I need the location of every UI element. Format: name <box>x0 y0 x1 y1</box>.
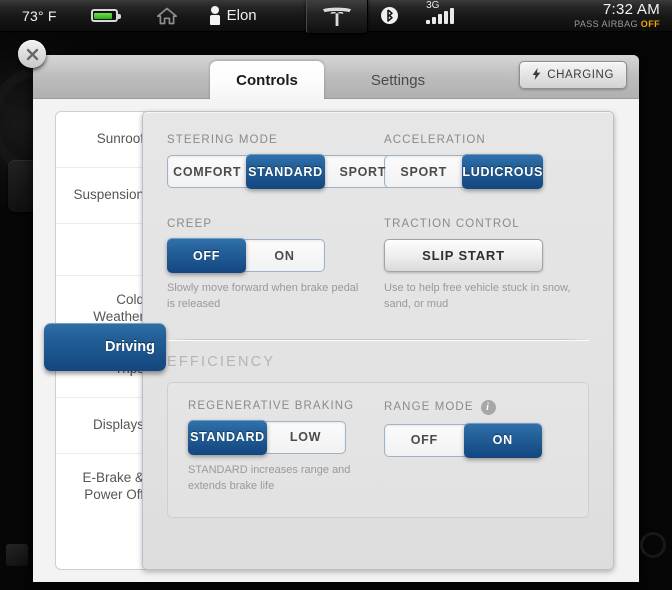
dash-dial-right <box>640 532 666 558</box>
battery-icon[interactable] <box>71 0 138 31</box>
sidebar-item-driving[interactable]: Driving <box>44 323 166 371</box>
sidebar-item-suspension[interactable]: Suspension <box>56 168 154 224</box>
home-icon[interactable] <box>156 7 178 25</box>
network-type-label: 3G <box>426 0 440 11</box>
regenerative-braking-group: REGENERATIVE BRAKING STANDARD LOW STANDA… <box>188 400 378 495</box>
regenerative-braking-option-standard[interactable]: STANDARD <box>188 419 267 455</box>
status-bar: 73° F Elon 3G 7:32 AM PASS AIRBAG OFF <box>0 0 672 34</box>
steering-mode-segmented-control: COMFORT STANDARD SPORT <box>167 154 403 189</box>
airbag-state: OFF <box>640 19 660 29</box>
efficiency-section-title: EFFICIENCY <box>167 353 276 370</box>
sidebar-item-driving-slot[interactable] <box>56 224 154 276</box>
regenerative-braking-option-low[interactable]: LOW <box>266 422 345 453</box>
tab-settings[interactable]: Settings <box>343 61 453 100</box>
tesla-touchscreen: 73° F Elon 3G 7:32 AM PASS AIRBAG OFF Co… <box>0 0 672 590</box>
outside-temperature: 73° F <box>22 7 57 24</box>
tab-controls[interactable]: Controls <box>210 61 324 100</box>
close-icon[interactable] <box>18 40 46 68</box>
acceleration-segmented-control: SPORT LUDICROUS <box>384 154 543 189</box>
info-icon[interactable]: i <box>480 399 496 415</box>
steering-mode-option-standard[interactable]: STANDARD <box>246 154 325 189</box>
range-mode-label: RANGE MODE <box>384 401 474 414</box>
acceleration-group: ACCELERATION SPORT LUDICROUS <box>378 134 589 189</box>
range-mode-option-on[interactable]: ON <box>463 422 542 458</box>
regenerative-braking-help-text: STANDARD increases range and extends bra… <box>188 463 351 492</box>
sidebar-item-e-brake-power-off[interactable]: E-Brake & Power Off <box>56 454 154 520</box>
acceleration-option-sport[interactable]: SPORT <box>385 156 464 187</box>
creep-segmented-control: OFF ON <box>167 238 325 273</box>
creep-option-off[interactable]: OFF <box>167 238 246 273</box>
efficiency-panel: REGENERATIVE BRAKING STANDARD LOW STANDA… <box>167 381 589 518</box>
status-bar-right: 3G 7:32 AM PASS AIRBAG OFF <box>381 0 672 31</box>
regenerative-braking-segmented-control: STANDARD LOW <box>188 419 346 455</box>
charging-button-label: CHARGING <box>547 69 614 81</box>
traction-control-label: TRACTION CONTROL <box>384 218 520 230</box>
range-mode-segmented-control: OFF ON <box>384 422 542 458</box>
passenger-airbag-status: PASS AIRBAG OFF <box>574 20 660 29</box>
second-controls-row: CREEP OFF ON Slowly move forward when br… <box>167 218 589 313</box>
section-divider <box>167 338 589 340</box>
driving-controls-panel: STEERING MODE COMFORT STANDARD SPORT ACC… <box>142 111 614 570</box>
regenerative-braking-label: REGENERATIVE BRAKING <box>188 399 355 412</box>
sidebar-item-displays[interactable]: Displays <box>56 398 154 454</box>
acceleration-label: ACCELERATION <box>384 134 486 146</box>
acceleration-option-ludicrous[interactable]: LUDICROUS <box>462 154 543 189</box>
steering-mode-option-comfort[interactable]: COMFORT <box>168 156 248 187</box>
cellular-signal-icon: 3G <box>426 0 455 24</box>
creep-option-on[interactable]: ON <box>245 240 324 271</box>
steering-mode-label: STEERING MODE <box>167 134 278 146</box>
dash-button-left <box>6 544 28 566</box>
driver-name: Elon <box>226 7 257 24</box>
top-controls-row: STEERING MODE COMFORT STANDARD SPORT ACC… <box>167 134 589 189</box>
charging-button[interactable]: CHARGING <box>519 61 627 89</box>
range-mode-label-row: RANGE MODE i <box>384 399 568 415</box>
airbag-label: PASS AIRBAG <box>574 19 638 29</box>
creep-help-text: Slowly move forward when brake pedal is … <box>167 282 359 310</box>
app-body: Sunroof Suspension Cold Weather Trips Di… <box>33 99 639 582</box>
tesla-logo[interactable] <box>306 0 368 34</box>
driver-profile[interactable]: Elon <box>209 6 257 25</box>
sidebar-item-sunroof[interactable]: Sunroof <box>56 112 154 168</box>
slip-start-button[interactable]: SLIP START <box>384 239 543 272</box>
traction-control-group: TRACTION CONTROL SLIP START Use to help … <box>378 218 589 313</box>
range-mode-option-off[interactable]: OFF <box>385 424 465 456</box>
range-mode-group: RANGE MODE i OFF ON <box>378 399 568 495</box>
status-bar-left: 73° F Elon <box>0 0 257 31</box>
traction-control-help-text: Use to help free vehicle stuck in snow, … <box>384 282 571 310</box>
efficiency-row: REGENERATIVE BRAKING STANDARD LOW STANDA… <box>188 399 568 495</box>
lightning-bolt-icon <box>532 67 541 83</box>
steering-mode-group: STEERING MODE COMFORT STANDARD SPORT <box>167 134 403 189</box>
driver-profile-icon <box>209 6 220 25</box>
clock-block: 7:32 AM PASS AIRBAG OFF <box>574 2 672 29</box>
creep-label: CREEP <box>167 218 213 230</box>
creep-group: CREEP OFF ON Slowly move forward when br… <box>167 218 378 313</box>
tab-strip: Controls Settings CHARGING <box>33 55 639 100</box>
controls-window: Controls Settings CHARGING Sunroof Suspe… <box>33 55 639 582</box>
clock: 7:32 AM <box>602 1 660 18</box>
bluetooth-icon[interactable] <box>381 7 399 24</box>
